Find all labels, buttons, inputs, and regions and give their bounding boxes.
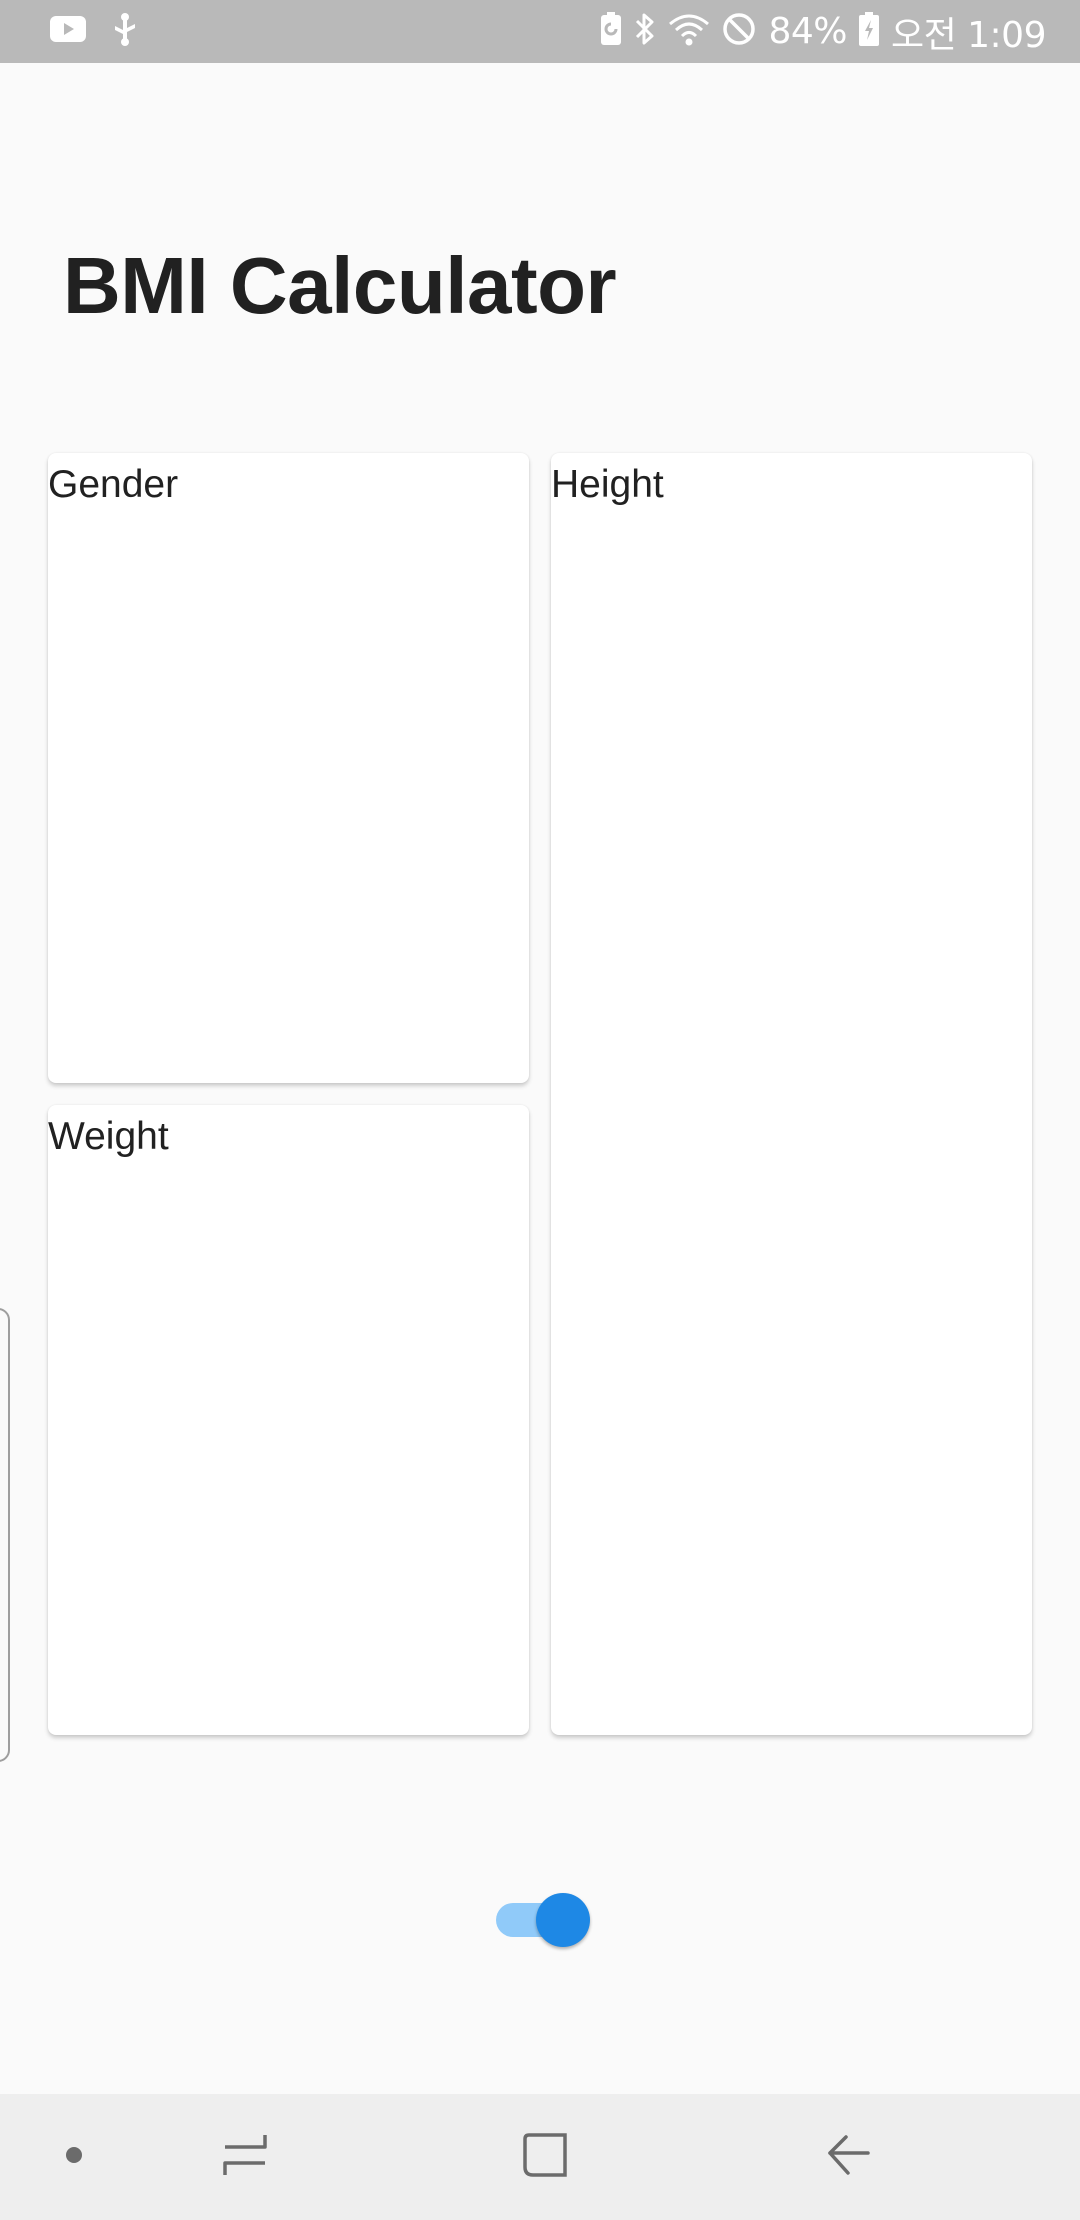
- youtube-icon: [50, 16, 86, 47]
- home-icon: [521, 2131, 569, 2184]
- do-not-disturb-icon: [722, 12, 756, 51]
- back-icon: [824, 2131, 872, 2184]
- toggle-switch[interactable]: [494, 1891, 592, 1949]
- toggle-switch-thumb: [536, 1893, 590, 1947]
- navigation-bar: [0, 2094, 1080, 2220]
- page-title: BMI Calculator: [63, 241, 617, 330]
- charging-battery-icon: [858, 12, 879, 51]
- nav-dot-button[interactable]: [44, 2094, 104, 2220]
- status-bar: 84% 오전 1:09: [0, 0, 1080, 63]
- battery-percent: 84%: [768, 11, 847, 52]
- bluetooth-icon: [634, 12, 656, 51]
- recents-button[interactable]: [200, 2094, 290, 2220]
- recents-icon: [221, 2131, 269, 2184]
- status-right-icons: 84% 오전 1:09: [588, 6, 1047, 58]
- height-card[interactable]: Height: [551, 453, 1032, 1735]
- status-left-icons: [50, 12, 164, 51]
- wifi-icon: [668, 12, 710, 51]
- battery-saver-icon: [600, 12, 622, 51]
- back-button[interactable]: [800, 2094, 895, 2220]
- status-time: 오전 1:09: [890, 14, 1047, 56]
- gender-card-label: Gender: [48, 463, 179, 506]
- weight-card[interactable]: Weight: [48, 1105, 529, 1735]
- height-card-label: Height: [551, 463, 664, 506]
- weight-card-label: Weight: [48, 1115, 169, 1158]
- home-button[interactable]: [500, 2094, 590, 2220]
- gender-card[interactable]: Gender: [48, 453, 529, 1083]
- edge-panel-handle[interactable]: [0, 1308, 10, 1762]
- usb-debug-icon: [112, 12, 138, 51]
- dot-icon: [65, 2146, 83, 2169]
